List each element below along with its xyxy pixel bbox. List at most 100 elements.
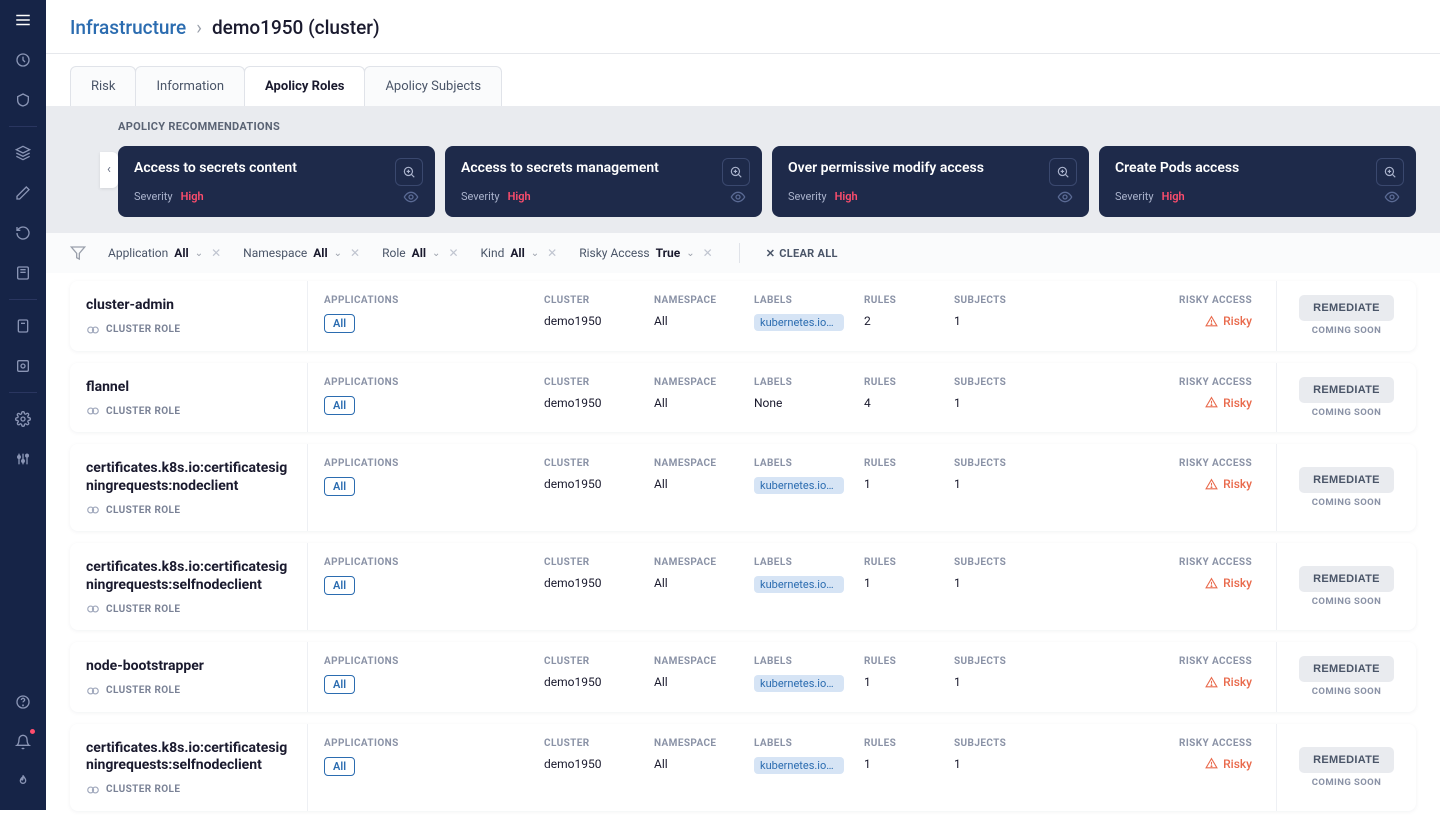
role-name-cell[interactable]: certificates.k8s.io:certificatesigningre… (70, 444, 308, 531)
risky-label: Risky (1223, 396, 1252, 410)
sliders-icon[interactable] (0, 439, 46, 479)
clear-all-label: CLEAR ALL (779, 247, 838, 260)
filter-namespace[interactable]: Namespace All ⌄ ✕ (243, 246, 360, 260)
remediate-button[interactable]: REMEDIATE (1299, 295, 1394, 321)
rules-header: RULES (864, 377, 954, 388)
filter-role[interactable]: Role All ⌄ ✕ (382, 246, 458, 260)
recommendation-card[interactable]: Over permissive modify access Severity H… (772, 146, 1089, 217)
zoom-icon[interactable] (1049, 158, 1077, 186)
doc-icon[interactable] (0, 306, 46, 346)
tab-apolicy-roles[interactable]: Apolicy Roles (244, 66, 365, 106)
fire-icon[interactable] (0, 762, 46, 802)
risky-access-header: RISKY ACCESS (1179, 377, 1252, 388)
collapse-icon[interactable]: ‹ (100, 152, 118, 188)
risky-label: Risky (1223, 576, 1252, 590)
zoom-icon[interactable] (395, 158, 423, 186)
recommendation-card[interactable]: Access to secrets content Severity High (118, 146, 435, 217)
labels-header: LABELS (754, 295, 864, 306)
clear-filter-icon[interactable]: ✕ (448, 246, 458, 260)
severity-label: Severity (1115, 190, 1154, 203)
label-badge[interactable]: kubernetes.io/… (754, 757, 844, 774)
clear-filter-icon[interactable]: ✕ (350, 246, 360, 260)
namespace-header: NAMESPACE (654, 738, 754, 749)
role-kind-icon (86, 323, 100, 337)
labels-header: LABELS (754, 557, 864, 568)
applications-all-badge[interactable]: All (324, 675, 355, 694)
rules-value: 1 (864, 477, 954, 491)
role-kind-icon (86, 503, 100, 517)
remediate-button[interactable]: REMEDIATE (1299, 467, 1394, 493)
role-name-cell[interactable]: node-bootstrapper CLUSTER ROLE (70, 642, 308, 712)
role-row: flannel CLUSTER ROLE APPLICATIONS All CL… (70, 363, 1416, 433)
clear-filter-icon[interactable]: ✕ (211, 246, 221, 260)
breadcrumb-root[interactable]: Infrastructure (70, 16, 186, 39)
applications-all-badge[interactable]: All (324, 477, 355, 496)
remediate-button[interactable]: REMEDIATE (1299, 377, 1394, 403)
filter-risky-access[interactable]: Risky Access True ⌄ ✕ (579, 246, 712, 260)
coming-soon-label: COMING SOON (1312, 407, 1381, 418)
remediate-button[interactable]: REMEDIATE (1299, 656, 1394, 682)
remediate-button[interactable]: REMEDIATE (1299, 566, 1394, 592)
role-name: certificates.k8s.io:certificatesigningre… (86, 460, 291, 495)
recommendation-card[interactable]: Access to secrets management Severity Hi… (445, 146, 762, 217)
filter-kind[interactable]: Kind All ⌄ ✕ (481, 246, 558, 260)
menu-icon[interactable] (0, 0, 46, 40)
eye-icon[interactable] (730, 189, 746, 205)
grid-icon[interactable] (0, 346, 46, 386)
book-icon[interactable] (0, 253, 46, 293)
role-name: cluster-admin (86, 297, 291, 315)
label-badge[interactable]: kubernetes.io/… (754, 675, 844, 692)
subjects-value: 1 (954, 757, 1054, 771)
cluster-header: CLUSTER (544, 377, 654, 388)
label-badge[interactable]: kubernetes.io/… (754, 477, 844, 494)
role-kind-icon (86, 783, 100, 797)
layers-icon[interactable] (0, 133, 46, 173)
recommendation-card[interactable]: Create Pods access Severity High (1099, 146, 1416, 217)
filter-label: Namespace (243, 246, 307, 260)
loop-icon[interactable] (0, 213, 46, 253)
eye-icon[interactable] (403, 189, 419, 205)
role-row: certificates.k8s.io:certificatesigningre… (70, 444, 1416, 531)
tab-information[interactable]: Information (135, 66, 245, 106)
shield-icon[interactable] (0, 80, 46, 120)
filter-value: All (313, 246, 327, 260)
coming-soon-label: COMING SOON (1312, 777, 1381, 788)
applications-all-badge[interactable]: All (324, 757, 355, 776)
label-badge[interactable]: kubernetes.io/… (754, 576, 844, 593)
tab-apolicy-subjects[interactable]: Apolicy Subjects (364, 66, 502, 106)
gear-icon[interactable] (0, 399, 46, 439)
filter-icon[interactable] (70, 245, 86, 261)
filter-value: All (174, 246, 188, 260)
bell-icon[interactable] (0, 722, 46, 762)
tab-risk[interactable]: Risk (70, 66, 136, 106)
role-action: REMEDIATE COMING SOON (1276, 444, 1416, 531)
applications-all-badge[interactable]: All (324, 314, 355, 333)
filter-application[interactable]: Application All ⌄ ✕ (108, 246, 221, 260)
cluster-value: demo1950 (544, 396, 654, 410)
clear-filter-icon[interactable]: ✕ (547, 246, 557, 260)
zoom-icon[interactable] (722, 158, 750, 186)
role-name-cell[interactable]: certificates.k8s.io:certificatesigningre… (70, 543, 308, 630)
eye-icon[interactable] (1057, 189, 1073, 205)
remediate-button[interactable]: REMEDIATE (1299, 747, 1394, 773)
subjects-header: SUBJECTS (954, 656, 1054, 667)
dashboard-icon[interactable] (0, 40, 46, 80)
label-badge[interactable]: kubernetes.io/… (754, 314, 844, 331)
role-name: node-bootstrapper (86, 658, 291, 676)
clear-filter-icon[interactable]: ✕ (703, 246, 713, 260)
clear-all-button[interactable]: ✕ CLEAR ALL (766, 247, 838, 260)
zoom-icon[interactable] (1376, 158, 1404, 186)
edit-icon[interactable] (0, 173, 46, 213)
applications-header: APPLICATIONS (324, 295, 544, 306)
breadcrumb: Infrastructure › demo1950 (cluster) (46, 0, 1440, 54)
rules-header: RULES (864, 656, 954, 667)
chevron-down-icon: ⌄ (432, 248, 440, 259)
applications-all-badge[interactable]: All (324, 396, 355, 415)
eye-icon[interactable] (1384, 189, 1400, 205)
role-name-cell[interactable]: cluster-admin CLUSTER ROLE (70, 281, 308, 351)
role-name-cell[interactable]: flannel CLUSTER ROLE (70, 363, 308, 433)
applications-all-badge[interactable]: All (324, 576, 355, 595)
subjects-value: 1 (954, 477, 1054, 491)
help-icon[interactable] (0, 682, 46, 722)
role-name-cell[interactable]: certificates.k8s.io:certificatesigningre… (70, 724, 308, 811)
